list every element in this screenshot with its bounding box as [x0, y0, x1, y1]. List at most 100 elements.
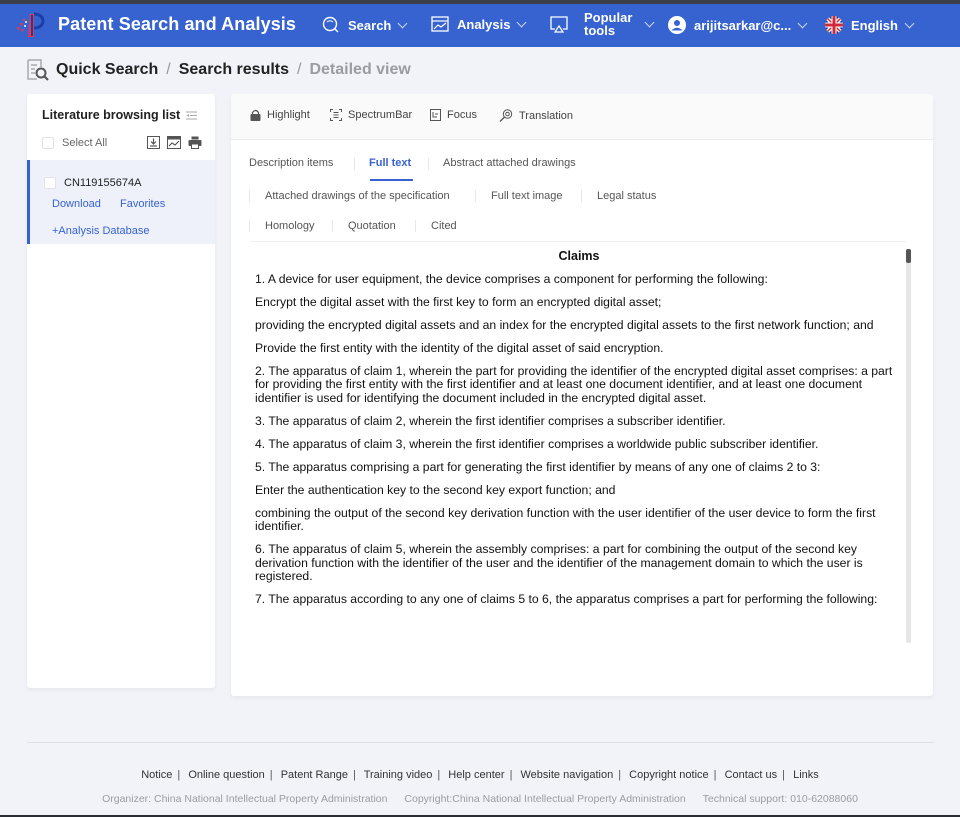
translation-button[interactable]: Translation	[499, 109, 573, 122]
claim-paragraph: Enter the authentication key to the seco…	[255, 482, 616, 497]
footer-link-website-navigation[interactable]: Website navigation	[520, 769, 613, 781]
tab-separator	[249, 220, 250, 232]
claims-content: Claims 1. A device for user equipment, t…	[255, 250, 903, 642]
language-label: English	[851, 17, 898, 33]
tabs-divider	[250, 241, 907, 242]
tab-separator	[354, 158, 355, 170]
translation-label: Translation	[519, 109, 574, 122]
highlight-label: Highlight	[267, 109, 310, 121]
nav-search[interactable]: Search	[322, 16, 408, 34]
chevron-down-icon	[517, 17, 527, 28]
app-title: Patent Search and Analysis	[58, 14, 297, 34]
document-number-text[interactable]: CN119155674A	[64, 177, 141, 189]
footer-divider	[27, 742, 934, 743]
nav-analysis-label: Analysis	[457, 17, 511, 32]
footer-link-training-video[interactable]: Training video	[364, 769, 433, 781]
analysis-chart-icon[interactable]	[167, 136, 181, 149]
download-link[interactable]: Download	[52, 198, 101, 210]
literature-browsing-panel: Literature browsing list Select All CN11…	[27, 94, 215, 688]
favorites-link[interactable]: Favorites	[120, 198, 165, 210]
download-icon[interactable]	[147, 136, 160, 149]
claim-paragraph: combining the output of the second key d…	[255, 505, 876, 533]
tab-separator	[581, 190, 582, 202]
nav-user-account[interactable]: arijitsarkar@c...	[668, 16, 808, 34]
claims-scrollbar[interactable]	[906, 249, 911, 643]
tab-homology[interactable]: Homology	[265, 220, 315, 232]
top-navbar: Patent Search and Analysis Search Analys…	[0, 4, 960, 47]
tab-full-text[interactable]: Full text	[369, 157, 411, 169]
focus-doc-icon	[430, 109, 441, 121]
spectrum-bar-icon	[330, 109, 342, 121]
footer-info: Organizer: China National Intellectual P…	[0, 793, 960, 805]
document-checkbox[interactable]	[44, 177, 56, 189]
claim-paragraph: Provide the first entity with the identi…	[255, 340, 664, 355]
chevron-down-icon	[644, 17, 655, 27]
list-tools	[147, 136, 202, 149]
patent-logo-icon[interactable]	[14, 10, 48, 40]
claims-heading: Claims	[558, 250, 600, 263]
checkbox[interactable]	[42, 137, 54, 149]
spectrumbar-label: SpectrumBar	[348, 109, 413, 121]
claims-scrollbar-thumb[interactable]	[906, 249, 911, 263]
claim-paragraph: 6. The apparatus of claim 5, wherein the…	[255, 542, 863, 583]
highlight-lock-icon	[250, 109, 261, 121]
claim-paragraph: 2. The apparatus of claim 1, wherein the…	[255, 363, 893, 405]
tab-separator	[332, 220, 333, 232]
tab-separator	[415, 220, 416, 232]
tab-quotation[interactable]: Quotation	[348, 220, 396, 232]
spectrumbar-button[interactable]: SpectrumBar	[330, 109, 412, 121]
footer-technical-support: Technical support: 010-62088060	[702, 793, 858, 805]
active-tab-indicator	[370, 179, 413, 181]
claim-paragraph: providing the encrypted digital assets a…	[255, 317, 874, 332]
footer-link-online-question[interactable]: Online question	[188, 769, 264, 781]
footer-link-copyright-notice[interactable]: Copyright notice	[629, 769, 709, 781]
tab-description-items[interactable]: Description items	[249, 157, 333, 169]
screen-cast-icon	[550, 15, 568, 33]
claim-paragraph: 7. The apparatus according to any one of…	[255, 592, 878, 606]
user-name: arijitsarkar@c...	[694, 17, 792, 33]
footer-organizer: Organizer: China National Intellectual P…	[102, 793, 388, 805]
analysis-chart-icon	[431, 16, 449, 32]
claim-paragraph: 1. A device for user equipment, the devi…	[255, 271, 768, 286]
literature-list-title-text: Literature browsing list	[42, 108, 181, 122]
collapse-list-icon[interactable]	[186, 111, 198, 120]
nav-language[interactable]: English	[825, 16, 915, 34]
focus-button[interactable]: Focus	[430, 109, 477, 121]
literature-list-title: Literature browsing list	[42, 108, 198, 122]
breadcrumb-search-results[interactable]: Search results	[179, 61, 289, 79]
select-all-label: Select All	[62, 137, 108, 149]
translation-icon	[499, 109, 513, 122]
claim-paragraph: 3. The apparatus of claim 2, wherein the…	[255, 413, 726, 428]
user-avatar-icon	[668, 16, 686, 34]
nav-search-label: Search	[348, 17, 392, 33]
breadcrumb-quick-search[interactable]: Quick Search	[56, 61, 158, 79]
breadcrumb-detailed-view: Detailed view	[309, 61, 411, 78]
tab-separator	[428, 158, 429, 170]
footer-link-notice[interactable]: Notice	[141, 769, 172, 781]
select-all-checkbox[interactable]: Select All	[42, 137, 107, 149]
claim-paragraph: 5. The apparatus comprising a part for g…	[255, 459, 821, 474]
chevron-down-icon	[904, 18, 915, 28]
breadcrumb-separator: /	[297, 61, 302, 78]
footer-link-help-center[interactable]: Help center	[448, 769, 504, 781]
add-analysis-database-link[interactable]: +Analysis Database	[52, 225, 150, 237]
uk-flag-icon	[825, 16, 843, 34]
document-number: CN119155674A	[44, 177, 141, 189]
footer-link-links[interactable]: Links	[793, 769, 819, 781]
tab-abstract-attached-drawings[interactable]: Abstract attached drawings	[443, 157, 576, 169]
chevron-down-icon	[397, 18, 408, 28]
document-list-item[interactable]: CN119155674A Download Favorites +Analysi…	[27, 160, 215, 244]
nav-popular-tools[interactable]: Popular tools	[550, 11, 655, 37]
footer-copyright: Copyright:China National Intellectual Pr…	[404, 793, 686, 805]
footer-link-contact-us[interactable]: Contact us	[725, 769, 778, 781]
tab-attached-drawings-specification[interactable]: Attached drawings of the specification	[265, 190, 450, 202]
nav-analysis[interactable]: Analysis	[431, 16, 527, 33]
breadcrumb-separator: /	[166, 61, 171, 78]
claim-paragraph: Encrypt the digital asset with the first…	[255, 294, 662, 309]
tab-legal-status[interactable]: Legal status	[597, 190, 656, 202]
highlight-button[interactable]: Highlight	[250, 109, 310, 121]
print-icon[interactable]	[188, 136, 202, 149]
footer-link-patent-range[interactable]: Patent Range	[281, 769, 348, 781]
tab-full-text-image[interactable]: Full text image	[491, 190, 563, 202]
tab-cited[interactable]: Cited	[431, 220, 457, 232]
